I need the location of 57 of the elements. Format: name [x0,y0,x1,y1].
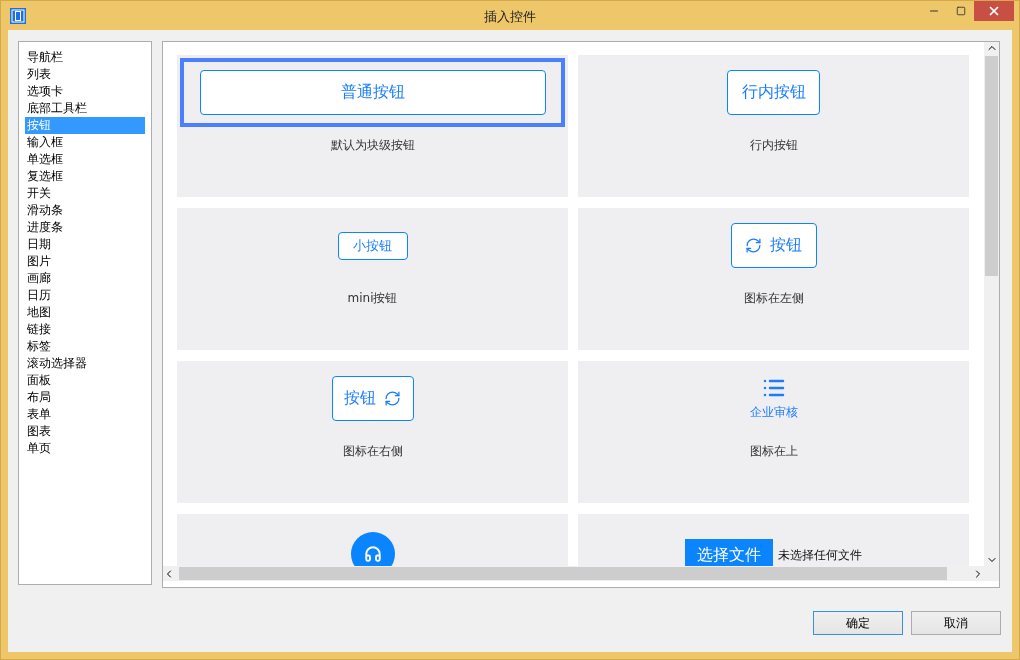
category-item[interactable]: 标签 [25,338,145,355]
card-caption: 行内按钮 [749,137,798,154]
category-item[interactable]: 日历 [25,287,145,304]
icon-top-button[interactable]: 企业审核 [749,376,798,421]
dialog-button[interactable]: 取消 [911,611,1001,635]
category-item[interactable]: 布局 [25,389,145,406]
category-item[interactable]: 选项卡 [25,83,145,100]
headphones-icon [363,544,382,563]
category-item[interactable]: 底部工具栏 [25,100,145,117]
category-item[interactable]: 画廊 [25,270,145,287]
category-item[interactable]: 面板 [25,372,145,389]
widget-card[interactable]: 企业审核 图标在上 [578,361,969,503]
refresh-icon [384,390,401,407]
widget-card[interactable]: 普通按钮 默认为块级按钮 [177,55,568,197]
category-item[interactable]: 导航栏 [25,49,145,66]
category-item[interactable]: 日期 [25,236,145,253]
maximize-icon [955,6,966,16]
close-button[interactable] [974,1,1014,21]
vertical-scrollbar[interactable] [984,42,999,566]
widget-card[interactable]: 行内按钮 行内按钮 [578,55,969,197]
refresh-icon [745,237,762,254]
app-icon [10,7,26,24]
icon-left-button[interactable]: 按钮 [730,223,817,268]
category-item[interactable]: 单页 [25,440,145,457]
category-item[interactable]: 滑动条 [25,202,145,219]
category-item[interactable]: 滚动选择器 [25,355,145,372]
icon-right-button[interactable]: 按钮 [331,376,414,421]
card-caption: 默认为块级按钮 [330,137,415,154]
category-item[interactable]: 复选框 [25,168,145,185]
widget-card[interactable]: 选择文件 未选择任何文件 [578,514,969,566]
mini-button[interactable]: 小按钮 [337,231,408,260]
category-item[interactable]: 链接 [25,321,145,338]
category-item[interactable]: 输入框 [25,134,145,151]
choose-file-button[interactable]: 选择文件 [685,538,773,566]
card-caption: mini按钮 [347,290,398,307]
horizontal-scrollbar[interactable] [163,566,984,581]
card-caption: 图标在右侧 [342,443,403,460]
category-item[interactable]: 图表 [25,423,145,440]
file-status: 未选择任何文件 [778,547,862,564]
category-item[interactable]: 列表 [25,66,145,83]
category-item[interactable]: 单选框 [25,151,145,168]
widget-card[interactable]: 小按钮 mini按钮 [177,208,568,350]
category-item[interactable]: 地图 [25,304,145,321]
card-caption: 图标在上 [749,443,798,460]
category-item[interactable]: 图片 [25,253,145,270]
window-title: 插入控件 [484,8,536,26]
category-item[interactable]: 开关 [25,185,145,202]
category-item[interactable]: 表单 [25,406,145,423]
dialog-button[interactable]: 确定 [813,611,903,635]
round-icon-button[interactable] [350,531,395,566]
widget-card[interactable]: 按钮 图标在右侧 [177,361,568,503]
inline-button[interactable]: 行内按钮 [727,70,820,115]
category-item[interactable]: 进度条 [25,219,145,236]
widget-card[interactable]: 按钮 图标在左侧 [578,208,969,350]
card-caption: 图标在左侧 [743,290,804,307]
block-button[interactable]: 普通按钮 [199,70,546,115]
close-icon [987,4,1001,18]
